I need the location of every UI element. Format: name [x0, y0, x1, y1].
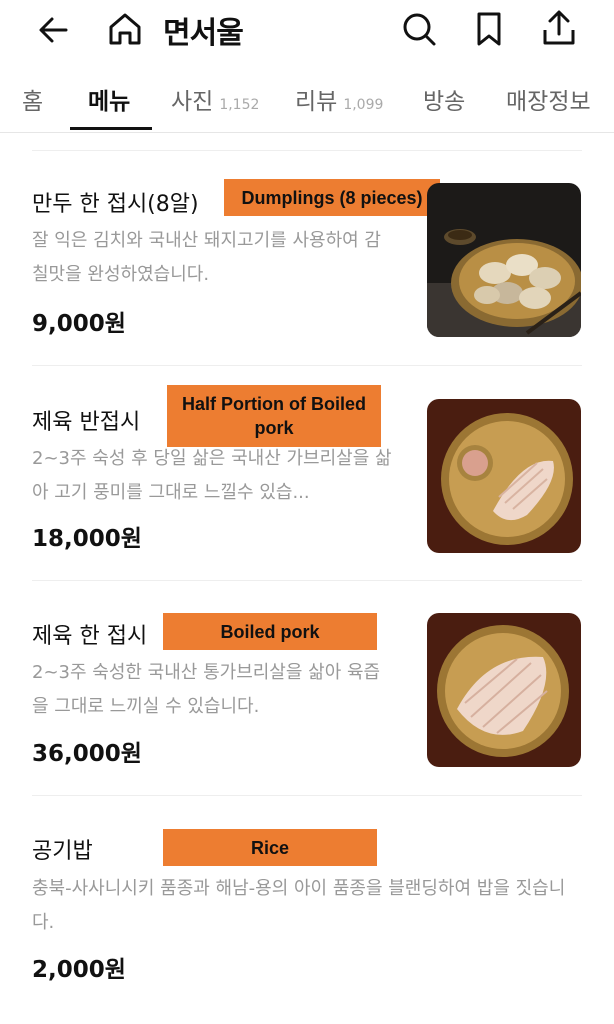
menu-item-price: 2,000원: [32, 957, 126, 983]
active-tab-indicator: [70, 127, 152, 130]
share-icon[interactable]: [540, 8, 578, 48]
tab-broadcast[interactable]: 방송: [423, 82, 465, 116]
review-count: 1,099: [343, 97, 384, 113]
home-icon[interactable]: [106, 10, 144, 48]
menu-item-price: 36,000원: [32, 741, 142, 767]
menu-item-name: 만두 한 접시(8알): [32, 192, 199, 217]
top-bar: 면서울: [0, 0, 614, 60]
menu-item[interactable]: 공기밥 Rice 충북-사사니시키 품종과 해남-용의 아이 품종을 블랜딩하여…: [0, 795, 614, 1024]
menu-item-name: 제육 한 접시: [32, 624, 148, 649]
menu-item[interactable]: 만두 한 접시(8알) Dumplings (8 pieces) 잘 익은 김치…: [0, 150, 614, 365]
tab-bar: 홈 메뉴 사진 1,152 리뷰 1,099 방송 매장정보: [0, 72, 614, 133]
boiled-pork-photo: [427, 613, 581, 767]
photo-count: 1,152: [219, 97, 260, 113]
menu-item[interactable]: 제육 한 접시 Boiled pork 2~3주 숙성한 국내산 통가브리살을 …: [0, 580, 614, 795]
search-icon[interactable]: [400, 10, 438, 48]
menu-item-price: 9,000원: [32, 311, 126, 337]
menu-item-description: 잘 익은 김치와 국내산 돼지고기를 사용하여 감칠맛을 완성하였습니다.: [32, 230, 381, 285]
translation-label: Boiled pork: [163, 613, 377, 650]
menu-item-name: 공기밥: [32, 839, 93, 864]
menu-item[interactable]: 제육 반접시 Half Portion of Boiled pork 2~3주 …: [0, 365, 614, 580]
tab-home[interactable]: 홈: [22, 82, 43, 116]
menu-item-description: 2~3주 숙성 후 당일 삶은 국내산 가브리살을 삶아 고기 풍미를 그대로 …: [32, 448, 392, 503]
arrow-left-icon[interactable]: [36, 12, 72, 48]
boiled-pork-half-photo: [427, 399, 581, 553]
menu-item-name: 제육 반접시: [32, 410, 141, 435]
menu-item-description: 충북-사사니시키 품종과 해남-용의 아이 품종을 블랜딩하여 밥을 짓습니다.: [32, 878, 566, 933]
translation-label: Half Portion of Boiled pork: [167, 385, 381, 447]
translation-label: Rice: [163, 829, 377, 866]
tab-menu[interactable]: 메뉴: [88, 82, 130, 116]
translation-label: Dumplings (8 pieces): [224, 179, 440, 216]
tab-store-info[interactable]: 매장정보: [506, 82, 591, 116]
tab-reviews[interactable]: 리뷰 1,099: [295, 82, 383, 116]
bookmark-icon[interactable]: [473, 10, 505, 48]
page-title: 면서울: [163, 16, 244, 51]
menu-item-price: 18,000원: [32, 526, 142, 552]
menu-item-description: 2~3주 숙성한 국내산 통가브리살을 삶아 육즙을 그대로 느끼실 수 있습니…: [32, 662, 381, 717]
dumplings-photo: [427, 183, 581, 337]
tab-photos[interactable]: 사진 1,152: [171, 82, 259, 116]
